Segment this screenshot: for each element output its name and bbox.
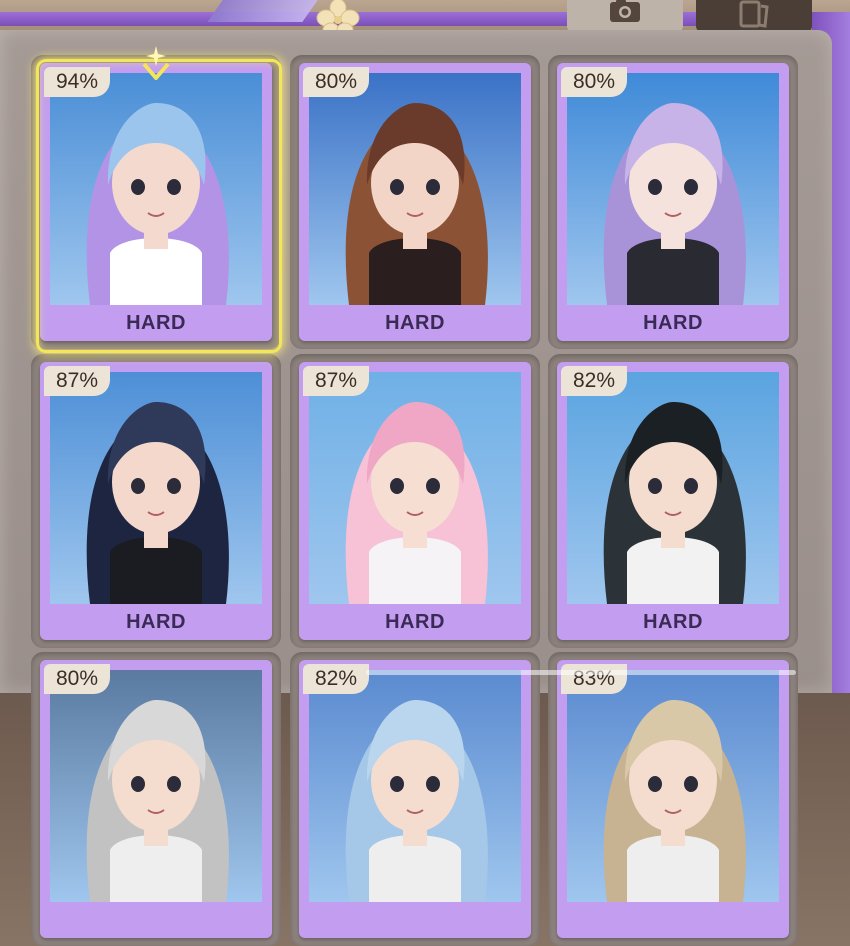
difficulty-label — [557, 902, 789, 938]
character-card[interactable]: 80% — [40, 660, 272, 938]
difficulty-label: HARD — [643, 312, 703, 334]
difficulty-label — [40, 902, 272, 938]
character-card[interactable]: 80% HARD — [299, 63, 531, 341]
character-card[interactable]: 87% HARD — [299, 362, 531, 640]
difficulty-label — [299, 902, 531, 938]
difficulty-label: HARD — [643, 611, 703, 633]
character-card[interactable]: 82% HARD — [557, 362, 789, 640]
difficulty-label: HARD — [385, 611, 445, 633]
completion-badge: 94% — [44, 67, 111, 97]
character-portrait — [50, 670, 262, 902]
scrollbar[interactable] — [366, 670, 796, 675]
character-portrait — [50, 372, 262, 604]
character-portrait — [309, 73, 521, 305]
difficulty-label: HARD — [126, 312, 186, 334]
camera-icon — [610, 0, 640, 22]
character-portrait — [50, 73, 262, 305]
tab-camera[interactable] — [567, 0, 683, 32]
character-portrait — [309, 372, 521, 604]
completion-badge: 83% — [561, 664, 628, 694]
selection-marker-icon — [142, 46, 170, 80]
completion-badge: 80% — [561, 67, 628, 97]
character-card[interactable]: 83% — [557, 660, 789, 938]
character-card[interactable]: 94% HARD — [40, 63, 272, 341]
tab-cards[interactable] — [696, 0, 812, 32]
completion-badge: 82% — [303, 664, 370, 694]
character-portrait — [567, 670, 779, 902]
completion-badge: 80% — [44, 664, 111, 694]
completion-badge: 80% — [303, 67, 370, 97]
character-portrait — [567, 372, 779, 604]
completion-badge: 87% — [44, 366, 111, 396]
cards-icon — [739, 0, 769, 28]
difficulty-label: HARD — [126, 611, 186, 633]
completion-badge: 82% — [561, 366, 628, 396]
completion-badge: 87% — [303, 366, 370, 396]
difficulty-label: HARD — [385, 312, 445, 334]
character-portrait — [309, 670, 521, 902]
character-portrait — [567, 73, 779, 305]
character-card[interactable]: 87% HARD — [40, 362, 272, 640]
ribbon-decoration — [207, 0, 318, 22]
character-card[interactable]: 82% — [299, 660, 531, 938]
character-card[interactable]: 80% HARD — [557, 63, 789, 341]
